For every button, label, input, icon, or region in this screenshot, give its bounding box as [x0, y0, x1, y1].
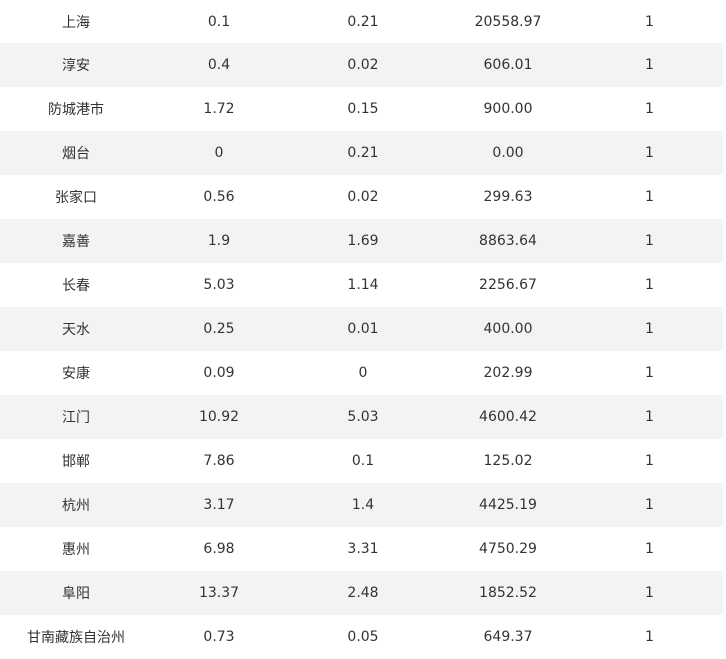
- value2-cell: 0: [358, 365, 368, 381]
- table-row: 长春 5.03 1.14 2256.67 1: [0, 263, 723, 307]
- table-row: 杭州 3.17 1.4 4425.19 1: [0, 483, 723, 527]
- table-row: 惠州 6.98 3.31 4750.29 1: [0, 527, 723, 571]
- table-row: 天水 0.25 0.01 400.00 1: [0, 307, 723, 351]
- value1-cell: 0: [152, 131, 286, 175]
- value4-cell: 1: [645, 365, 654, 381]
- value4-cell: 1: [645, 189, 654, 205]
- value1-cell: 10.92: [152, 395, 286, 439]
- value4-cell: 1: [645, 629, 654, 645]
- city-cell: 邯郸: [62, 454, 90, 470]
- value4-cell: 1: [576, 483, 723, 527]
- value2-cell: 0.1: [351, 453, 375, 469]
- value1-cell: 0.25: [152, 307, 286, 351]
- value4-cell: 1: [645, 277, 654, 293]
- value3-cell: 20558.97: [474, 13, 542, 30]
- city-cell: 安康: [62, 366, 90, 382]
- table-row: 烟台 0 0.21 0.00 1: [0, 131, 723, 175]
- value4-cell: 1: [576, 571, 723, 615]
- value1-cell: 0.1: [207, 13, 231, 30]
- value3-cell: 4600.42: [440, 395, 576, 439]
- city-cell: 张家口: [55, 190, 97, 206]
- table-row: 嘉善 1.9 1.69 8863.64 1: [0, 219, 723, 263]
- value2-cell: 0.02: [286, 43, 440, 87]
- table-row: 安康 0.09 0 202.99 1: [0, 351, 723, 395]
- value3-cell: 1852.52: [440, 571, 576, 615]
- value2-cell: 2.48: [286, 571, 440, 615]
- city-cell: 江门: [0, 395, 152, 439]
- value4-cell: 1: [576, 131, 723, 175]
- value3-cell: 2256.67: [479, 277, 537, 293]
- value2-cell: 5.03: [286, 395, 440, 439]
- table-row: 淳安 0.4 0.02 606.01 1: [0, 43, 723, 87]
- city-cell: 烟台: [0, 131, 152, 175]
- value4-cell: 1: [576, 395, 723, 439]
- value1-cell: 3.17: [152, 483, 286, 527]
- city-cell: 杭州: [0, 483, 152, 527]
- value2-cell: 1.69: [286, 219, 440, 263]
- city-cell: 惠州: [62, 542, 90, 558]
- value2-cell: 0.01: [286, 307, 440, 351]
- value1-cell: 13.37: [152, 571, 286, 615]
- value4-cell: 1: [645, 541, 654, 557]
- value2-cell: 0.02: [347, 189, 379, 205]
- value3-cell: 400.00: [440, 307, 576, 351]
- value3-cell: 299.63: [483, 189, 533, 205]
- value1-cell: 6.98: [203, 541, 235, 557]
- value1-cell: 1.72: [203, 101, 235, 117]
- value3-cell: 4750.29: [479, 541, 537, 557]
- value1-cell: 5.03: [203, 277, 235, 293]
- value2-cell: 0.15: [347, 101, 379, 117]
- table-row: 防城港市 1.72 0.15 900.00 1: [0, 87, 723, 131]
- value1-cell: 0.73: [203, 629, 235, 645]
- value2-cell: 1.14: [347, 277, 379, 293]
- value3-cell: 125.02: [483, 453, 533, 469]
- table-row: 邯郸 7.86 0.1 125.02 1: [0, 439, 723, 483]
- value1-cell: 7.86: [203, 453, 235, 469]
- value2-cell: 0.05: [347, 629, 379, 645]
- value2-cell: 0.21: [347, 13, 379, 30]
- value3-cell: 649.37: [483, 629, 533, 645]
- value1-cell: 0.4: [152, 43, 286, 87]
- value3-cell: 0.00: [440, 131, 576, 175]
- value4-cell: 1: [576, 43, 723, 87]
- value3-cell: 202.99: [483, 365, 533, 381]
- value4-cell: 1: [645, 13, 654, 30]
- city-cell: 天水: [0, 307, 152, 351]
- city-cell: 阜阳: [0, 571, 152, 615]
- table-row: 江门 10.92 5.03 4600.42 1: [0, 395, 723, 439]
- city-cell: 淳安: [0, 43, 152, 87]
- city-cell: 甘南藏族自治州: [27, 630, 125, 646]
- value4-cell: 1: [645, 101, 654, 117]
- table-row: 张家口 0.56 0.02 299.63 1: [0, 175, 723, 219]
- value3-cell: 606.01: [440, 43, 576, 87]
- value2-cell: 1.4: [286, 483, 440, 527]
- value1-cell: 0.56: [203, 189, 235, 205]
- city-cell: 长春: [62, 278, 90, 294]
- city-cell: 嘉善: [0, 219, 152, 263]
- table-row: 甘南藏族自治州 0.73 0.05 649.37 1: [0, 615, 723, 659]
- value4-cell: 1: [576, 219, 723, 263]
- value3-cell: 8863.64: [440, 219, 576, 263]
- value4-cell: 1: [576, 307, 723, 351]
- value1-cell: 0.09: [203, 365, 235, 381]
- table-row: 阜阳 13.37 2.48 1852.52 1: [0, 571, 723, 615]
- data-table: 上海 0.1 0.21 20558.97 1 淳安 0.4 0.02 606.01 1 防城港市 1.…: [0, 0, 723, 659]
- city-cell: 上海: [62, 14, 90, 31]
- value3-cell: 900.00: [483, 101, 533, 117]
- value3-cell: 4425.19: [440, 483, 576, 527]
- value1-cell: 1.9: [152, 219, 286, 263]
- table-body: 上海 0.1 0.21 20558.97 1 淳安 0.4 0.02 606.01 1 防城港市 1.…: [0, 0, 723, 659]
- value4-cell: 1: [645, 453, 654, 469]
- value2-cell: 0.21: [286, 131, 440, 175]
- table-row: 上海 0.1 0.21 20558.97 1: [0, 0, 723, 43]
- city-cell: 防城港市: [48, 102, 104, 118]
- value2-cell: 3.31: [347, 541, 379, 557]
